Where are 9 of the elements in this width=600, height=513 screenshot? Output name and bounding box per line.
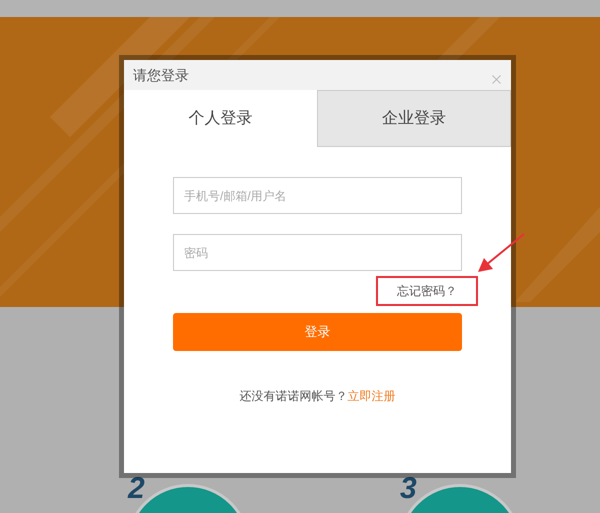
- step-number: 2: [128, 474, 145, 504]
- password-field[interactable]: 密码: [173, 234, 462, 271]
- register-prompt: 还没有诺诺网帐号？立即注册: [240, 388, 396, 405]
- username-field[interactable]: 手机号/邮箱/用户名: [173, 177, 462, 214]
- arrow-annotation: [476, 232, 526, 274]
- step-number: 3: [400, 474, 417, 504]
- forgot-password-link[interactable]: 忘记密码？: [376, 276, 478, 306]
- login-tab[interactable]: 企业登录: [316, 90, 511, 147]
- dialog-title: 请您登录: [133, 66, 189, 84]
